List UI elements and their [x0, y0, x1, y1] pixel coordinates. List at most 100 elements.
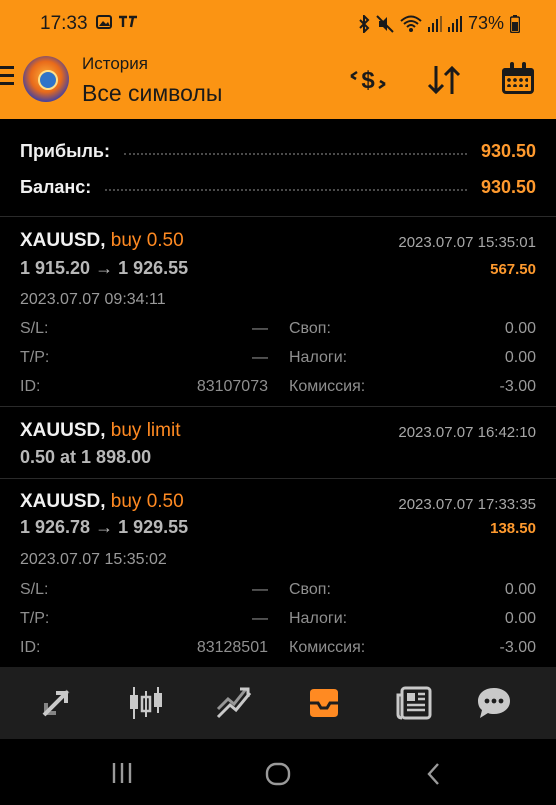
taxes-value: 0.00	[504, 610, 536, 627]
mute-icon	[376, 14, 394, 33]
bottom-nav	[0, 667, 556, 739]
telegram-icon	[118, 15, 137, 28]
trade-icon	[216, 687, 252, 719]
sl-label: S/L:	[20, 581, 49, 598]
id-value: 83128501	[196, 639, 268, 656]
sort-icon	[427, 65, 461, 95]
page-subtitle: История	[82, 54, 148, 73]
app-logo	[23, 56, 69, 102]
deal-prices: 1 926.78 → 1 929.55	[20, 517, 189, 537]
order-direction: buy limit	[110, 420, 181, 441]
dot-leader	[123, 147, 467, 155]
deal-symbol: XAUUSD, buy 0.50	[20, 230, 184, 252]
profit-value: 930.50	[480, 140, 536, 161]
currency-icon: $	[350, 67, 386, 94]
home-button[interactable]	[265, 761, 291, 792]
swap-value: 0.00	[504, 320, 536, 337]
id-label: ID:	[20, 378, 41, 395]
home-icon	[265, 762, 291, 786]
back-button[interactable]	[424, 761, 444, 792]
nav-messages[interactable]	[474, 683, 514, 723]
sl-value: —	[252, 581, 268, 598]
id-label: ID:	[20, 639, 41, 656]
deal-symbol: XAUUSD, buy 0.50	[20, 491, 184, 513]
symbol-selector[interactable]: Все символы	[82, 80, 222, 107]
nav-chart[interactable]	[126, 683, 166, 723]
tp-value: —	[252, 610, 268, 627]
recents-icon	[112, 763, 132, 783]
quotes-icon	[42, 689, 70, 717]
profit-row: Прибыль: 930.50	[20, 136, 536, 166]
deal-open-time: 2023.07.07 15:35:02	[20, 551, 167, 568]
history-order-item[interactable]: XAUUSD, buy limit 2023.07.07 16:42:10 0.…	[0, 407, 556, 479]
order-price: 0.50 at 1 898.00	[20, 447, 152, 467]
balance-value: 930.50	[480, 176, 536, 197]
tp-value: —	[252, 349, 268, 366]
news-icon	[396, 686, 432, 720]
sl-value: —	[252, 320, 268, 337]
deal-direction: buy 0.50	[110, 230, 184, 251]
nav-trade[interactable]	[214, 683, 254, 723]
status-time: 17:33	[40, 13, 88, 34]
menu-icon[interactable]	[0, 66, 14, 86]
taxes-label: Налоги:	[289, 349, 348, 366]
gallery-icon	[96, 15, 112, 29]
app-bar: История Все символы $	[0, 46, 556, 119]
nav-news[interactable]	[394, 683, 434, 723]
status-bar: 17:33 73%	[0, 0, 556, 46]
commission-value: -3.00	[499, 378, 536, 395]
sl-label: S/L:	[20, 320, 49, 337]
symbol-text: XAUUSD,	[20, 491, 106, 512]
deal-open-time: 2023.07.07 09:34:11	[20, 291, 166, 308]
history-deal-item[interactable]: XAUUSD, buy 0.50 2023.07.07 15:35:01 1 9…	[0, 217, 556, 407]
system-nav-bar	[0, 739, 556, 805]
wifi-icon	[400, 15, 422, 32]
summary-panel: Прибыль: 930.50 Баланс: 930.50	[0, 119, 556, 217]
tp-label: T/P:	[20, 610, 50, 627]
currency-button[interactable]: $	[348, 60, 388, 100]
status-right: 73%	[358, 13, 520, 34]
recents-button[interactable]	[110, 761, 134, 790]
battery-text: 73%	[467, 13, 504, 33]
profit-label: Прибыль:	[20, 140, 110, 161]
order-time: 2023.07.07 16:42:10	[398, 424, 536, 441]
balance-label: Баланс:	[20, 176, 92, 197]
commission-value: -3.00	[499, 639, 536, 656]
commission-label: Комиссия:	[289, 639, 366, 656]
bluetooth-icon	[359, 14, 370, 33]
swap-label: Своп:	[289, 320, 331, 337]
order-symbol: XAUUSD, buy limit	[20, 420, 180, 442]
tp-label: T/P:	[20, 349, 50, 366]
deal-profit: 138.50	[490, 520, 536, 537]
calendar-icon	[498, 60, 538, 100]
swap-value: 0.00	[504, 581, 536, 598]
nav-history[interactable]	[304, 683, 344, 723]
chart-icon	[130, 687, 162, 719]
history-icon	[310, 689, 338, 717]
taxes-label: Налоги:	[289, 610, 348, 627]
deal-direction: buy 0.50	[110, 491, 184, 512]
signal-icon	[427, 15, 442, 32]
dot-leader	[105, 183, 467, 191]
deal-time: 2023.07.07 17:33:35	[398, 496, 536, 513]
id-value: 83107073	[196, 378, 268, 395]
symbol-text: XAUUSD,	[20, 420, 106, 441]
symbol-text: XAUUSD,	[20, 230, 106, 251]
balance-row: Баланс: 930.50	[20, 172, 536, 202]
taxes-value: 0.00	[504, 349, 536, 366]
messages-icon	[478, 688, 510, 718]
signal-icon	[447, 15, 462, 32]
commission-label: Комиссия:	[289, 378, 366, 395]
back-icon	[427, 763, 439, 785]
history-deal-item[interactable]: XAUUSD, buy 0.50 2023.07.07 17:33:35 1 9…	[0, 479, 556, 667]
battery-icon	[510, 14, 520, 33]
swap-label: Своп:	[289, 581, 331, 598]
sort-button[interactable]	[424, 60, 464, 100]
deal-prices: 1 915.20 → 1 926.55	[20, 258, 189, 278]
deal-time: 2023.07.07 15:35:01	[398, 234, 536, 251]
svg-text:$: $	[361, 67, 375, 94]
deal-profit: 567.50	[490, 261, 536, 278]
calendar-button[interactable]	[498, 60, 538, 100]
status-left-icons	[96, 14, 138, 30]
nav-quotes[interactable]	[36, 683, 76, 723]
